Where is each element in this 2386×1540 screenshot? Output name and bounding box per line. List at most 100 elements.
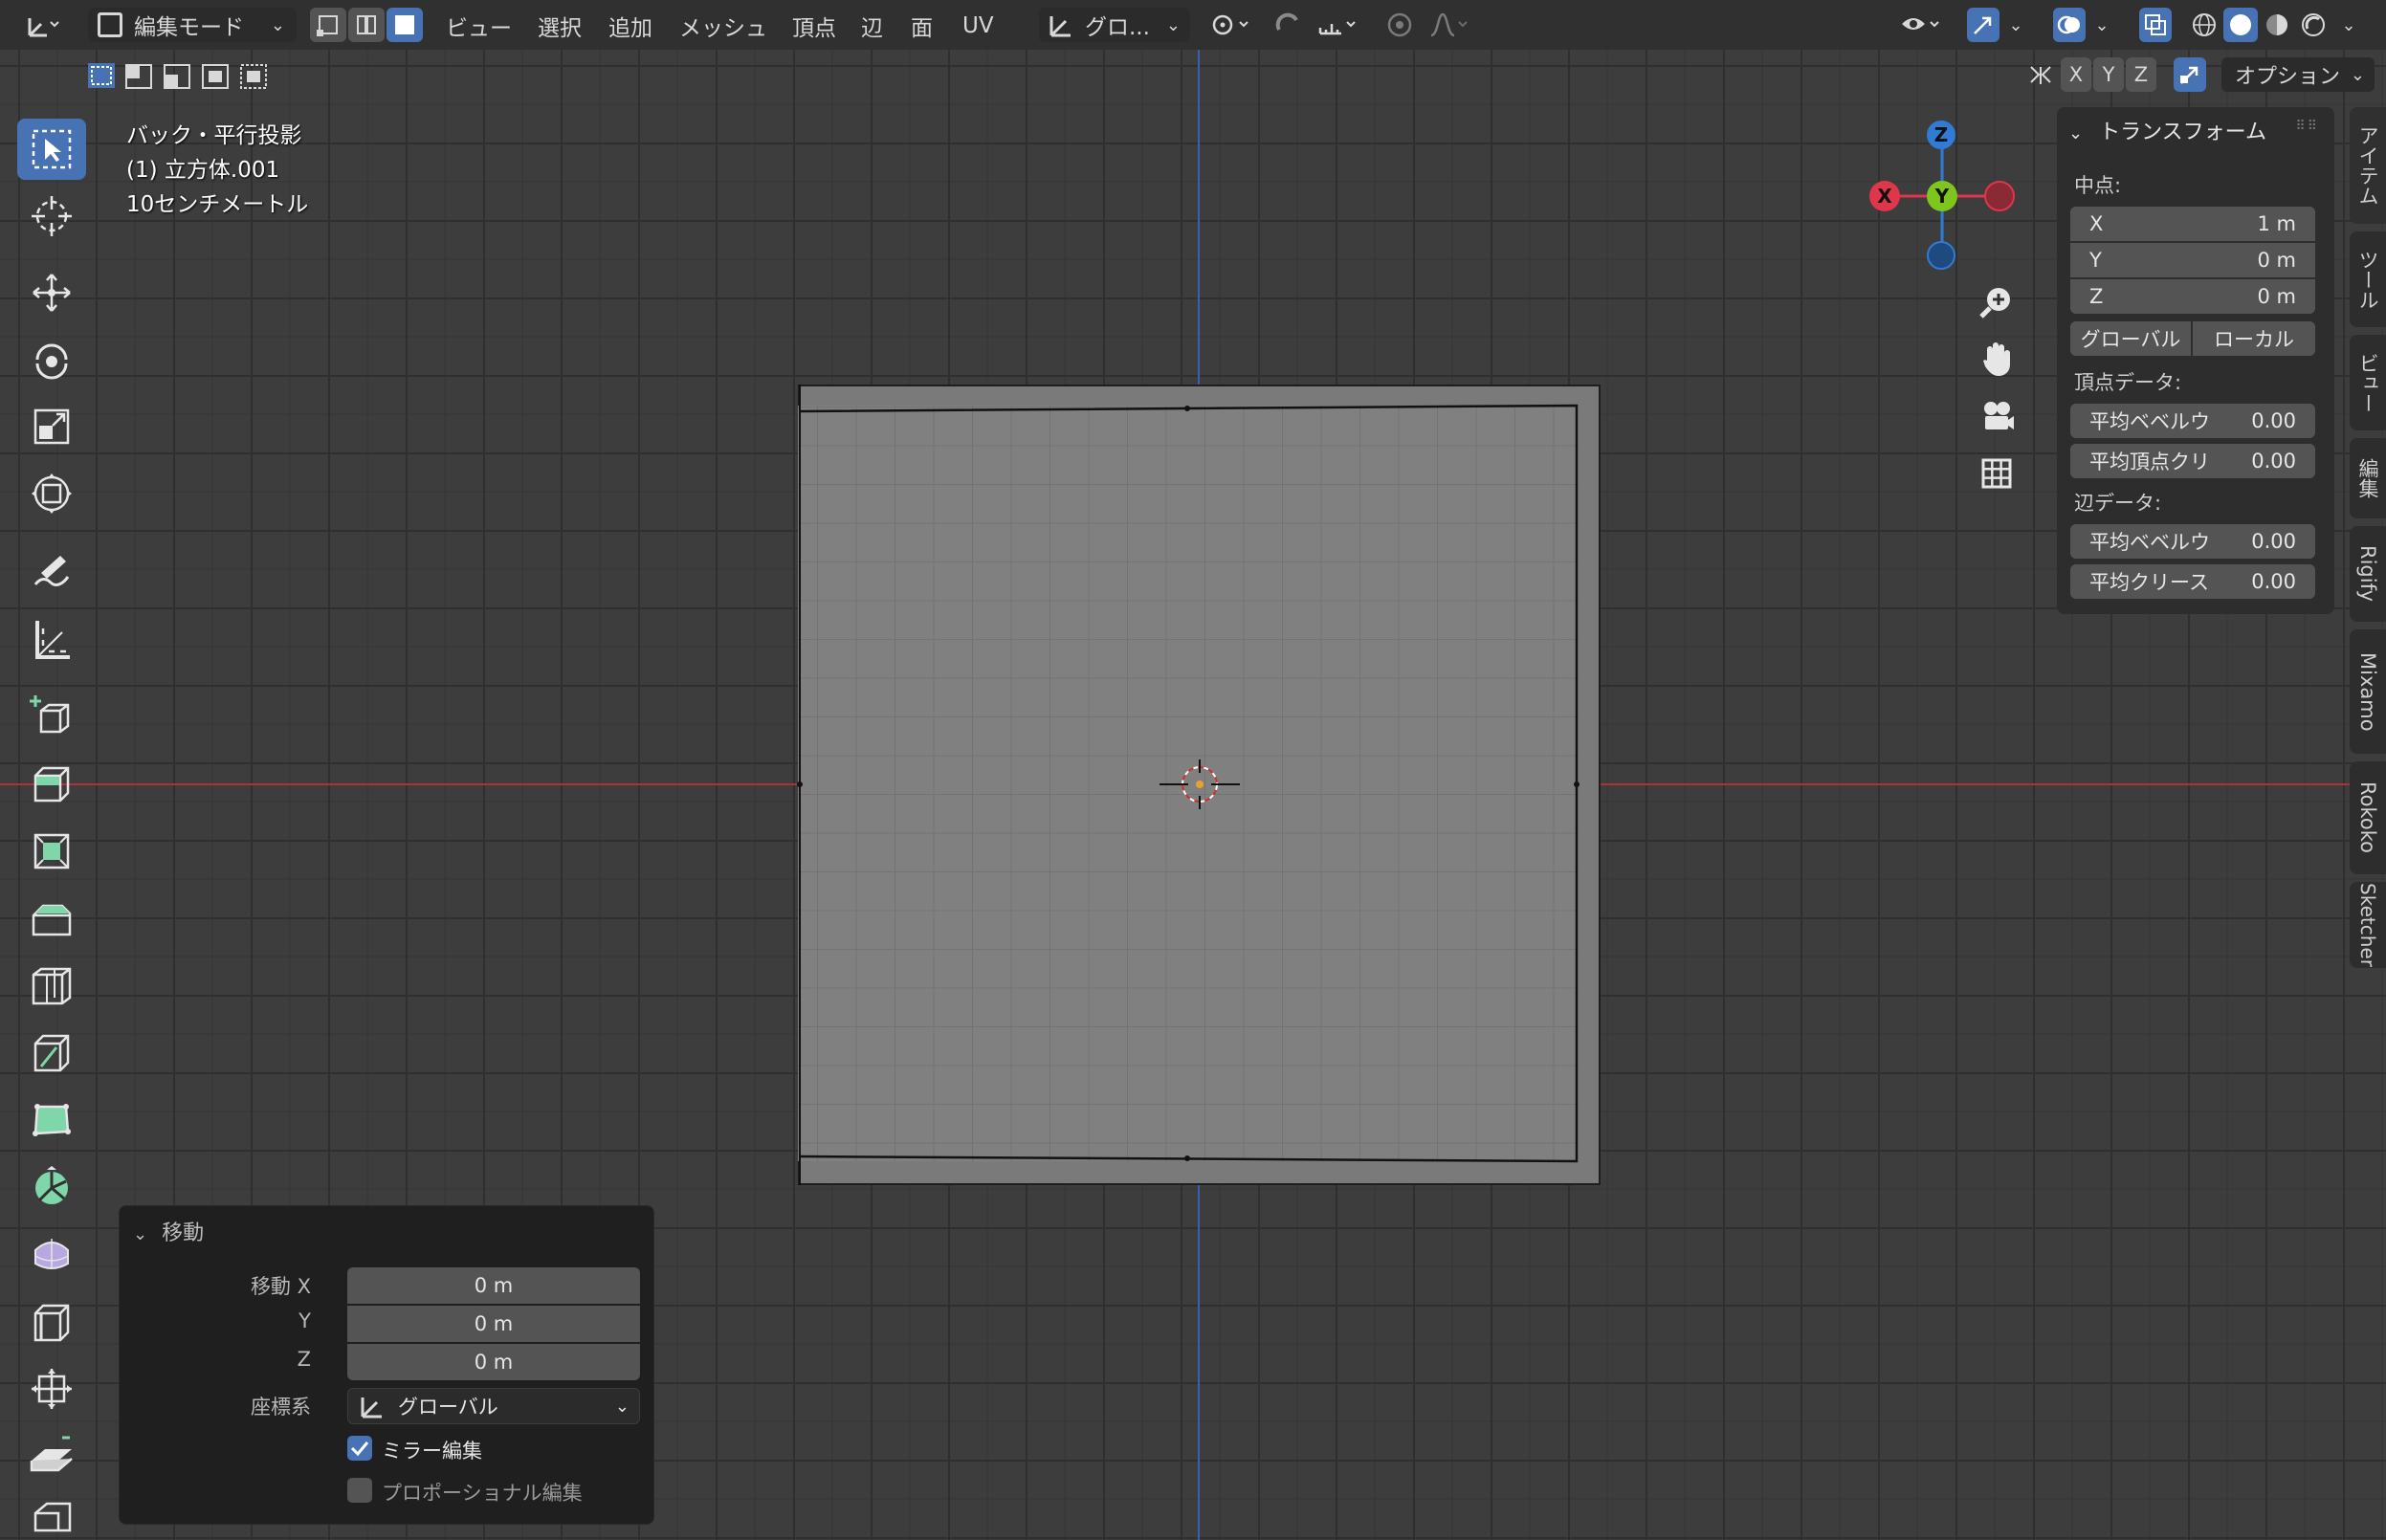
edge-bevel-weight-field[interactable]: 平均ベベルウ 0.00 <box>2070 524 2315 559</box>
transform-tool[interactable] <box>17 463 86 524</box>
grid-icon <box>1981 458 2012 489</box>
sidebar-tabs: アイテム ツール ビュー 編集 Rigify Mixamo Rokoko Ske… <box>2346 107 2386 968</box>
edge-data-label: 辺データ: <box>2074 492 2162 515</box>
measure-tool[interactable] <box>17 608 86 670</box>
gizmo-neg-x-axis[interactable] <box>1984 181 2015 211</box>
move-x-field[interactable]: 0 m <box>347 1267 640 1304</box>
annotate-tool[interactable] <box>17 541 86 603</box>
spin-tool[interactable] <box>17 1155 86 1217</box>
mirror-x-button[interactable]: X <box>2061 57 2091 92</box>
tab-edit[interactable]: 編集 <box>2350 438 2386 518</box>
shrink-fatten-tool[interactable] <box>17 1358 86 1419</box>
mirror-y-button[interactable]: Y <box>2093 57 2124 92</box>
tab-item[interactable]: アイテム <box>2350 107 2386 224</box>
options-label: オプション <box>2235 65 2341 89</box>
gizmo-x-axis[interactable]: X <box>1869 181 1900 211</box>
rip-icon <box>33 1502 72 1532</box>
gizmo-neg-z-axis[interactable] <box>1927 241 1955 270</box>
tab-mixamo[interactable]: Mixamo <box>2350 629 2386 754</box>
tab-sketcher[interactable]: Sketcher <box>2350 882 2386 968</box>
options-dropdown[interactable]: オプション ⌄ <box>2221 57 2375 92</box>
vertex[interactable] <box>1184 1155 1190 1161</box>
hand-icon <box>1983 342 2010 376</box>
edge-bevel-weight-value: 0.00 <box>2251 530 2296 553</box>
median-x-value: 1 m <box>2257 212 2297 235</box>
ruler-icon <box>35 621 70 659</box>
vertex[interactable] <box>797 781 803 787</box>
median-label: 中点: <box>2074 174 2122 197</box>
local-toggle[interactable]: ローカル <box>2193 321 2315 356</box>
rotate-tool[interactable] <box>17 329 86 390</box>
median-z-field[interactable]: Z 0 m <box>2070 279 2315 314</box>
vertex[interactable] <box>1184 406 1190 411</box>
toolbar <box>13 115 92 1540</box>
redo-panel-header[interactable]: ⌄ 移動 <box>133 1216 204 1246</box>
orientation-label: 座標系 <box>251 1396 311 1419</box>
median-y-field[interactable]: Y 0 m <box>2070 243 2315 277</box>
3d-cursor-tool-icon <box>32 196 72 236</box>
median-x-field[interactable]: X 1 m <box>2070 207 2315 241</box>
tab-mixamo-label: Mixamo <box>2356 651 2379 732</box>
knife-tool[interactable] <box>17 1022 86 1083</box>
redo-last-panel: ⌄ 移動 移動 X Y Z 0 m 0 m 0 m 座標系 グローバル ⌄ ミラ… <box>119 1205 654 1525</box>
checkmark-icon <box>350 1441 369 1457</box>
tab-rigify-label: Rigify <box>2356 545 2379 603</box>
chevron-down-icon: ⌄ <box>2350 64 2365 85</box>
edge-crease-label: 平均クリース <box>2089 571 2209 594</box>
inset-tool[interactable] <box>17 821 86 882</box>
vertex-crease-value: 0.00 <box>2251 450 2296 473</box>
redo-panel-title: 移動 <box>162 1221 205 1245</box>
mirror-edit-checkbox[interactable] <box>347 1436 372 1461</box>
add-cube-tool[interactable] <box>17 685 86 746</box>
select-mode-icons <box>88 63 267 89</box>
proportional-edit-checkbox[interactable] <box>347 1478 372 1503</box>
pan-button[interactable] <box>1971 333 2022 385</box>
edge-slide-icon <box>33 1304 70 1342</box>
vertex-crease-field[interactable]: 平均頂点クリ 0.00 <box>2070 444 2315 478</box>
scale-tool[interactable] <box>17 396 86 457</box>
global-toggle[interactable]: グローバル <box>2070 321 2191 356</box>
shear-tool[interactable] <box>17 1425 86 1486</box>
move-z-field[interactable]: 0 m <box>347 1344 640 1380</box>
extrude-icon <box>33 766 70 803</box>
tab-view[interactable]: ビュー <box>2350 335 2386 430</box>
tab-tool[interactable]: ツール <box>2350 231 2386 327</box>
orientation-dropdown[interactable]: グローバル ⌄ <box>347 1388 640 1424</box>
mirror-z-button[interactable]: Z <box>2126 57 2156 92</box>
edge-bevel-weight-label: 平均ベベルウ <box>2089 531 2210 554</box>
poly-build-tool[interactable] <box>17 1089 86 1150</box>
spin-icon <box>35 1166 68 1204</box>
zoom-icon <box>1979 288 2010 319</box>
gizmo-y-axis[interactable]: Y <box>1927 181 1957 211</box>
extrude-tool[interactable] <box>17 754 86 815</box>
move-tool[interactable] <box>17 262 86 323</box>
auto-merge-toggle[interactable] <box>2174 57 2206 92</box>
knife-icon <box>33 1034 70 1072</box>
vertex[interactable] <box>1574 781 1580 787</box>
bevel-tool[interactable] <box>17 888 86 949</box>
3d-cursor-icon[interactable] <box>1160 759 1240 809</box>
edge-crease-field[interactable]: 平均クリース 0.00 <box>2070 564 2315 599</box>
select-box-tool[interactable] <box>17 119 86 180</box>
median-x-axis: X <box>2089 212 2104 235</box>
camera-view-button[interactable] <box>1971 390 2022 442</box>
tab-rokoko[interactable]: Rokoko <box>2350 761 2386 874</box>
sidebar-panel: ⌄ トランスフォーム ⠿⠿ 中点: X 1 m Y 0 m Z 0 m グローバ… <box>2057 107 2334 614</box>
gizmo-z-axis[interactable]: Z <box>1927 121 1955 149</box>
mirror-butterfly-icon <box>2024 57 2057 92</box>
tab-rigify[interactable]: Rigify <box>2350 526 2386 622</box>
grid-scale-label: 10センチメートル <box>126 192 309 217</box>
ortho-toggle-button[interactable] <box>1971 448 2022 499</box>
move-y-field[interactable]: 0 m <box>347 1306 640 1342</box>
zoom-button[interactable] <box>1971 275 2022 327</box>
drag-handle-icon[interactable]: ⠿⠿ <box>2295 119 2319 134</box>
transform-panel-header[interactable]: ⌄ トランスフォーム <box>2068 115 2266 145</box>
cursor-arrow-icon <box>32 129 72 169</box>
edge-slide-tool[interactable] <box>17 1291 86 1353</box>
loop-cut-tool[interactable] <box>17 955 86 1016</box>
cursor-tool[interactable] <box>17 186 86 247</box>
rip-tool[interactable] <box>17 1492 86 1540</box>
vertex-bevel-weight-field[interactable]: 平均ベベルウ 0.00 <box>2070 404 2315 438</box>
transform-icon <box>32 473 72 514</box>
smooth-tool[interactable] <box>17 1222 86 1284</box>
